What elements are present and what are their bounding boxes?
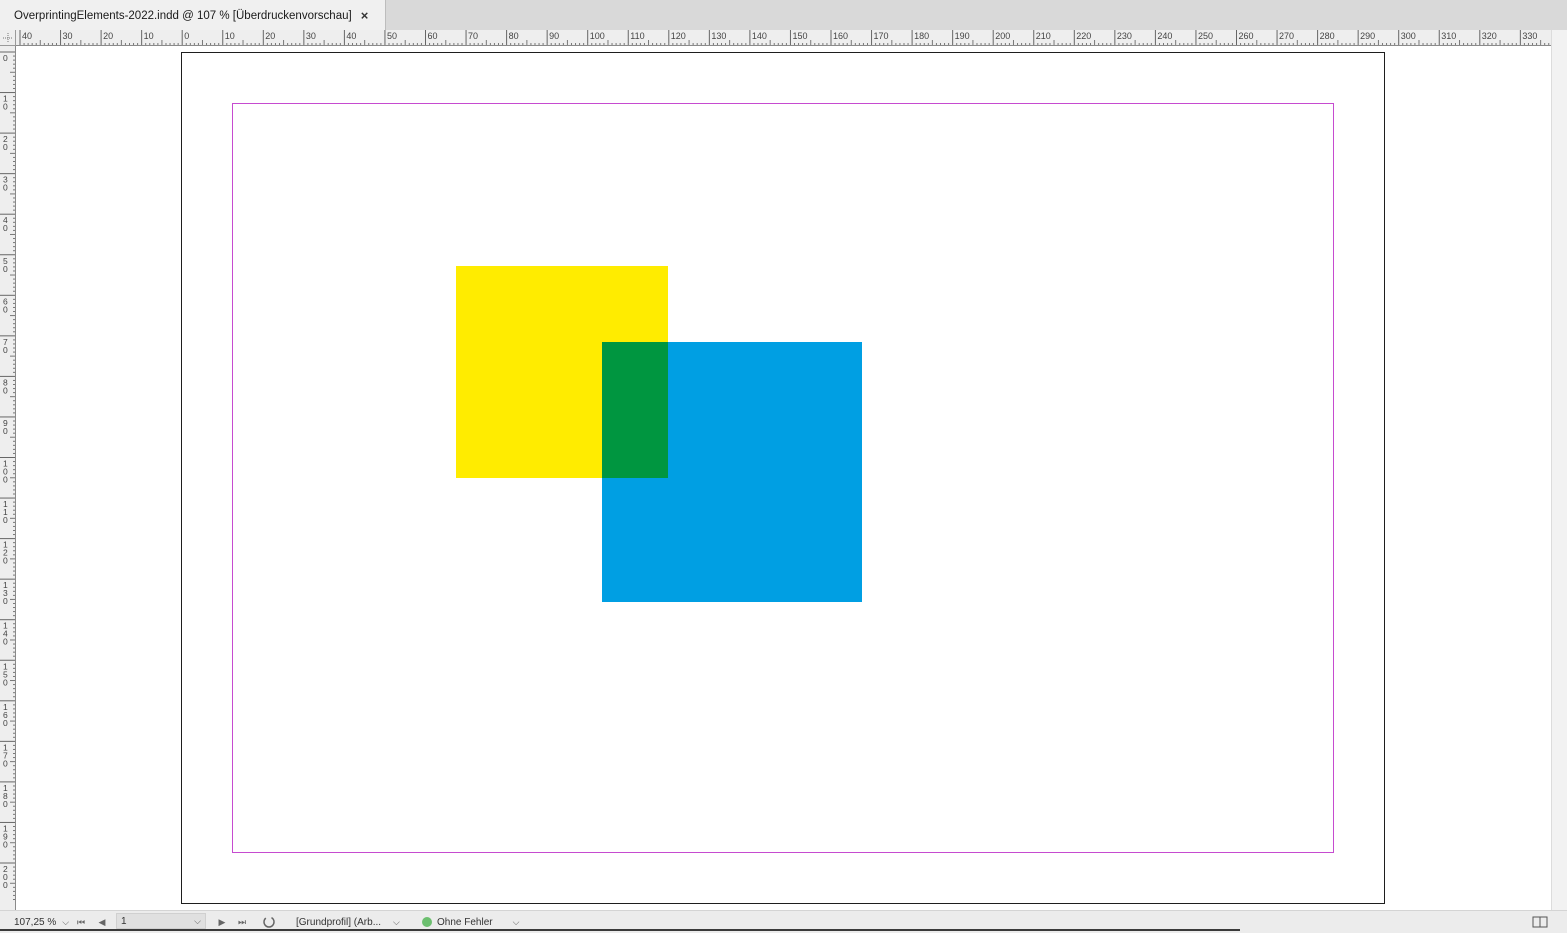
ruler-label: 200 [995, 31, 1010, 41]
horizontal-scrollbar[interactable] [0, 929, 1240, 931]
ruler-label: 70 [468, 31, 478, 41]
ruler-label: 300 [1401, 31, 1416, 41]
ruler-label: 0 [3, 475, 8, 485]
ruler-label: 250 [1198, 31, 1213, 41]
ruler-label: 50 [387, 31, 397, 41]
chevron-down-icon[interactable]: ⌵ [513, 917, 520, 928]
ruler-label: 130 [711, 31, 726, 41]
ruler-label: 190 [955, 31, 970, 41]
ruler-label: 160 [833, 31, 848, 41]
ruler-label: 0 [3, 637, 8, 647]
status-dot-icon [422, 917, 432, 927]
ruler-label: 30 [63, 31, 73, 41]
ruler-origin-crosshair[interactable] [0, 30, 16, 46]
page-number-value: 1 [121, 915, 127, 927]
ruler-label: 0 [3, 515, 8, 525]
ruler-label: 0 [3, 304, 8, 314]
ruler-label: 0 [3, 345, 8, 355]
ruler-label: 120 [671, 31, 686, 41]
ruler-label: 0 [3, 102, 8, 112]
chevron-down-icon[interactable]: ⌵ [194, 916, 201, 927]
ruler-label: 0 [3, 183, 8, 193]
ruler-label: 170 [874, 31, 889, 41]
ruler-label: 320 [1482, 31, 1497, 41]
ruler-label: 230 [1117, 31, 1132, 41]
chevron-down-icon[interactable]: ⌵ [62, 917, 69, 928]
ruler-label: 10 [144, 31, 154, 41]
ruler-label: 40 [22, 31, 32, 41]
ruler-label: 330 [1522, 31, 1537, 41]
ruler-label: 0 [3, 223, 8, 233]
ruler-label: 60 [428, 31, 438, 41]
zoom-value: 107,25 % [14, 916, 57, 928]
ruler-label: 80 [509, 31, 519, 41]
ruler-label: 260 [1239, 31, 1254, 41]
ruler-label: 0 [3, 385, 8, 395]
ruler-label: 0 [184, 31, 189, 41]
ruler-label: 0 [3, 677, 8, 687]
ruler-label: 40 [346, 31, 356, 41]
ruler-label: 270 [1279, 31, 1294, 41]
crosshair-icon [3, 33, 13, 43]
ruler-label: 0 [3, 839, 8, 849]
ruler-label: 90 [549, 31, 559, 41]
preflight-status-label: Ohne Fehler [437, 916, 493, 928]
ruler-label: 220 [1076, 31, 1091, 41]
ruler-label: 0 [3, 880, 8, 890]
horizontal-ruler[interactable]: 40 30 20 10 0 10 20 30 40 50 60 70 80 90 100 110 120 130 1… [16, 30, 1551, 46]
vertical-ruler[interactable]: 0102030405060708090100110120130140150160… [0, 46, 16, 910]
vertical-scrollbar[interactable] [1551, 30, 1567, 910]
ruler-label: 0 [3, 758, 8, 768]
ruler-label: 290 [1360, 31, 1375, 41]
ruler-label: 140 [752, 31, 767, 41]
ruler-label: 0 [3, 556, 8, 566]
page-number-field[interactable]: 1 ⌵ [116, 913, 206, 929]
document-tab[interactable]: OverprintingElements-2022.indd @ 107 % [… [0, 0, 386, 31]
ruler-label: 180 [914, 31, 929, 41]
ruler-label: 0 [3, 264, 8, 274]
document-tab-title: OverprintingElements-2022.indd @ 107 % [… [14, 9, 352, 22]
ruler-label: 150 [792, 31, 807, 41]
ruler-label: 0 [3, 142, 8, 152]
ruler-label: 0 [3, 53, 8, 63]
ruler-label: 0 [3, 426, 8, 436]
ruler-label: 0 [3, 718, 8, 728]
ruler-label: 310 [1441, 31, 1456, 41]
ruler-label: 10 [225, 31, 235, 41]
ruler-label: 0 [3, 799, 8, 809]
ruler-label: 240 [1157, 31, 1172, 41]
ruler-label: 20 [265, 31, 275, 41]
panel-toggle-icon[interactable] [1532, 911, 1550, 933]
ruler-label: 210 [1036, 31, 1051, 41]
chevron-down-icon[interactable]: ⌵ [393, 917, 400, 928]
ruler-label: 280 [1320, 31, 1335, 41]
ruler-label: 110 [630, 31, 644, 41]
ruler-label: 20 [103, 31, 113, 41]
preflight-profile-label: [Grundprofil] (Arb... [296, 916, 382, 928]
ruler-label: 0 [3, 596, 8, 606]
document-tab-bar: OverprintingElements-2022.indd @ 107 % [… [0, 0, 1567, 31]
overprint-overlap-area [602, 342, 668, 478]
ruler-label: 30 [306, 31, 316, 41]
close-icon[interactable]: × [361, 8, 369, 23]
ruler-label: 100 [590, 31, 605, 41]
